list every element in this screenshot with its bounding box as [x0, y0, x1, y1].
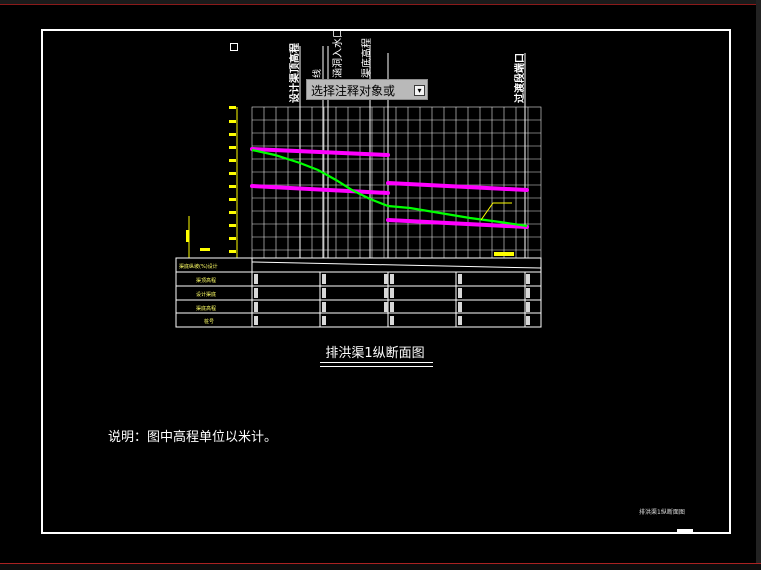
- station-label-d: 渠底高程: [360, 38, 373, 78]
- table-row-label-2: 设计渠底: [196, 291, 216, 298]
- title-block-bar: [677, 529, 693, 533]
- drawing-title: 排洪渠1纵断面图: [325, 346, 425, 361]
- station-label-a: 设计渠顶高程: [288, 43, 301, 103]
- annotation-tooltip[interactable]: 选择注释对象或 ▾: [306, 79, 428, 100]
- ruler-tag: [186, 230, 189, 242]
- station-label-b: 线: [311, 69, 323, 78]
- scale-tag: [494, 252, 514, 256]
- dropdown-icon[interactable]: ▾: [414, 85, 425, 96]
- table-row-label-1: 渠顶高程: [196, 277, 216, 284]
- table-row-label-3: 渠底高程: [196, 305, 216, 312]
- title-underline-double: [320, 366, 433, 367]
- station-label-c: 涵洞入水口: [332, 28, 344, 78]
- ruler-tag-2: [200, 248, 210, 251]
- data-table: [175, 257, 542, 328]
- title-block-label: 排洪渠1纵断面图: [639, 509, 685, 516]
- drawing-note: 说明：图中高程单位以米计。: [108, 430, 278, 445]
- tooltip-text: 选择注释对象或: [311, 84, 396, 98]
- table-row-label-0: 渠底纵坡(%)设计: [179, 263, 218, 270]
- annotation-leader: [480, 202, 512, 221]
- title-underline: [320, 362, 433, 363]
- elevation-ruler: [229, 106, 236, 253]
- table-row-label-4: 桩号: [204, 318, 214, 325]
- station-label-e: 过渡段端口: [513, 53, 526, 103]
